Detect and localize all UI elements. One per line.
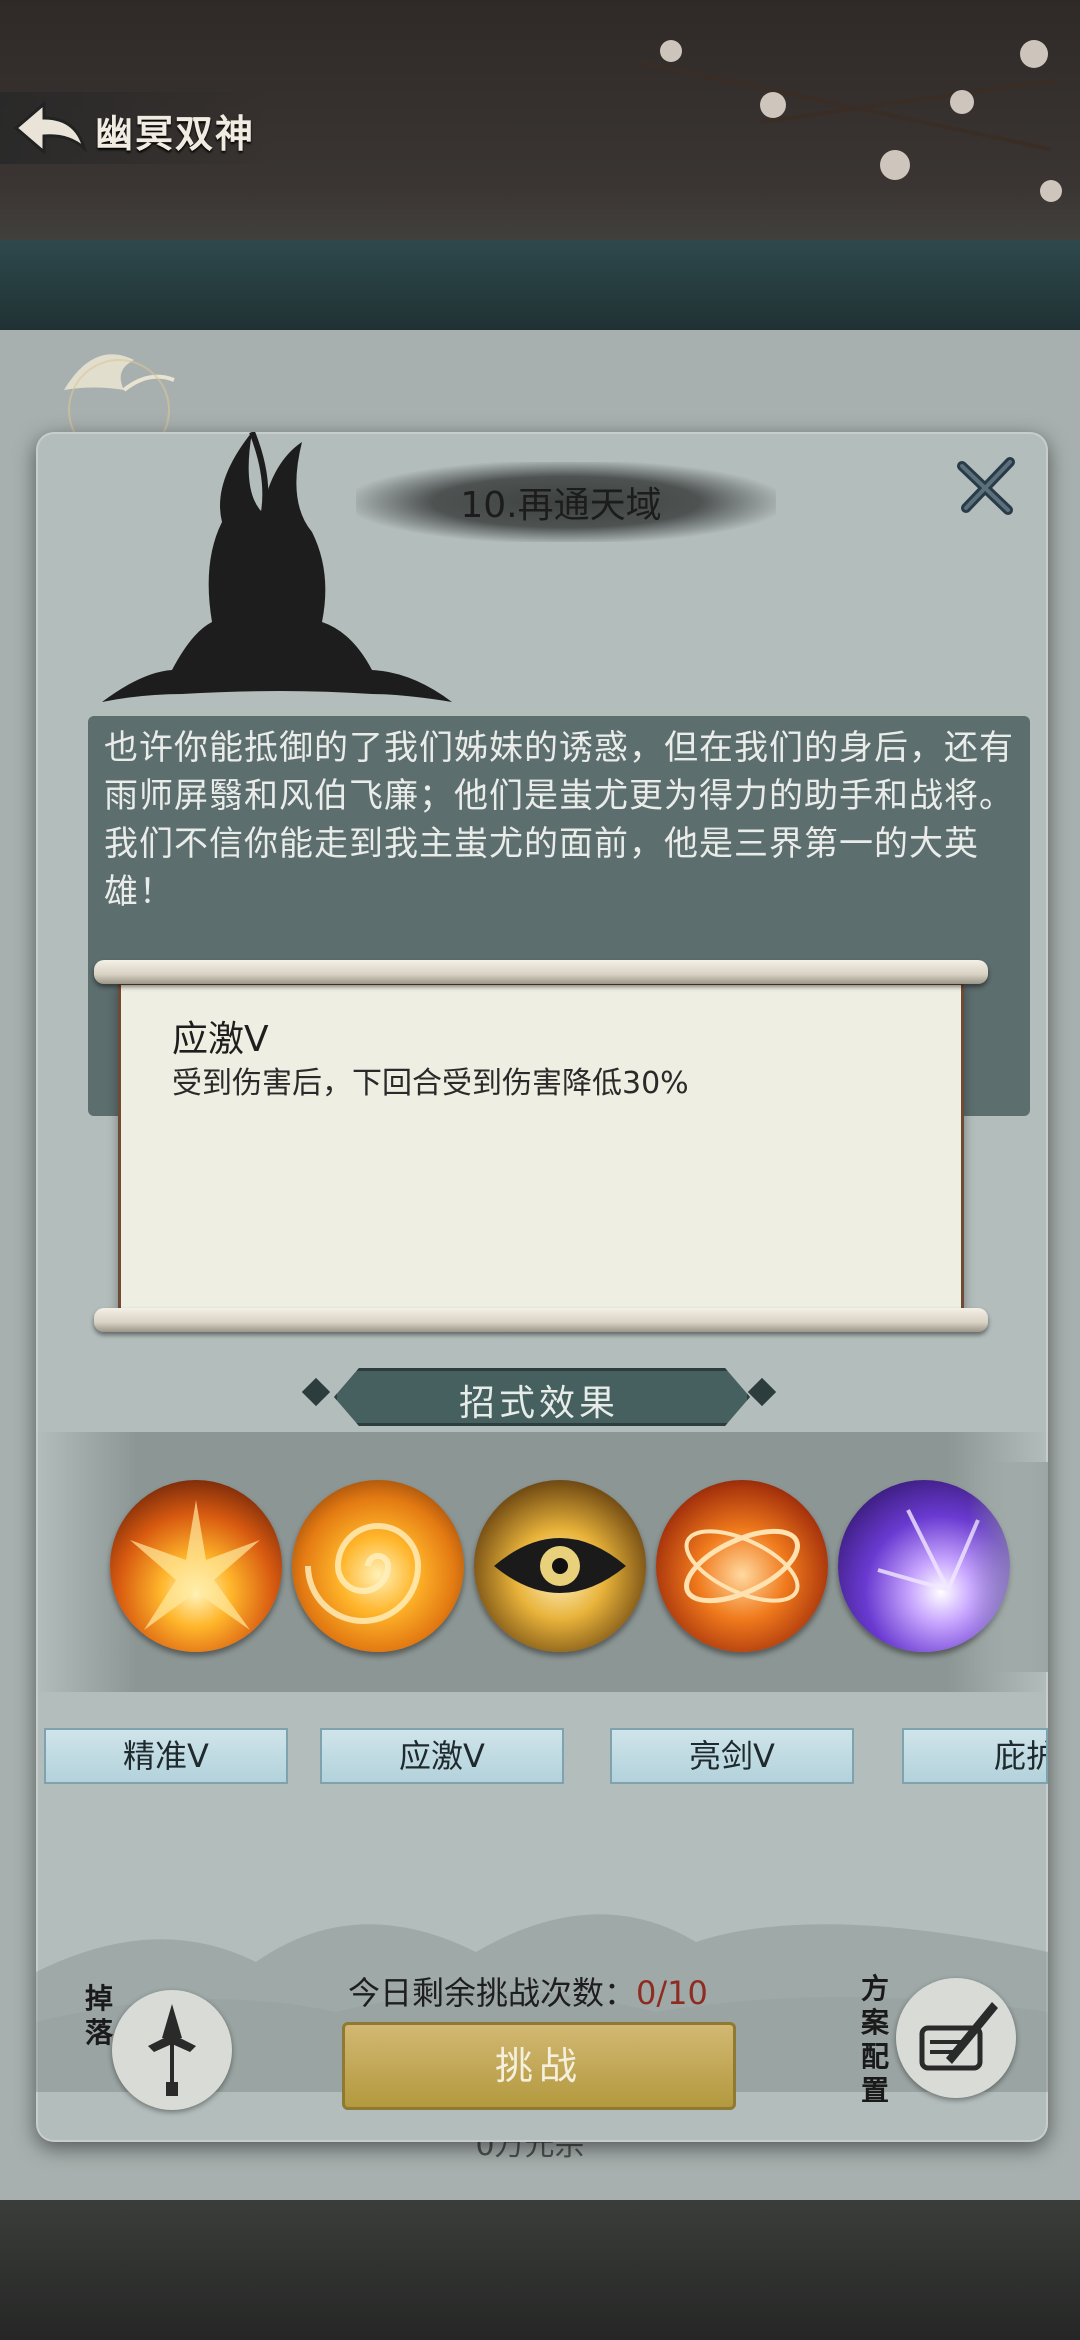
skill-detail-name: 应激V [172,1019,269,1060]
background-bottom [0,2200,1080,2340]
back-button[interactable] [12,98,90,158]
plum-blossom [1020,40,1048,68]
close-icon [957,457,1015,515]
page-title: 幽冥双神 [95,112,256,156]
sword-aura-icon[interactable] [656,1480,828,1652]
scroll-rod-bottom [94,1308,988,1332]
plum-blossom [1040,180,1062,202]
challenge-button[interactable]: 挑战 [342,2022,736,2110]
scroll-rod-top [94,960,988,984]
vortex-icon[interactable] [292,1480,464,1652]
stage-dialog: 10.再通天域 也许你能抵御的了我们姊妹的诱惑，但在我们的身后，还有雨师屏翳和风… [36,432,1048,2142]
section-header: 招式效果 [301,1360,777,1426]
plum-blossom [660,40,682,62]
boss-silhouette [102,432,452,702]
crane-emblem [64,354,175,440]
eye-icon[interactable] [474,1480,646,1652]
close-button[interactable] [952,452,1022,522]
drop-button[interactable] [112,1990,232,2110]
plum-blossom [880,150,910,180]
plum-blossom [950,90,974,114]
quill-scroll-icon [919,2002,998,2071]
remaining-attempts: 今日剩余挑战次数：0/10 [348,1968,708,2014]
skill-detail-description: 受到伤害后，下回合受到伤害降低30% [172,1066,689,1101]
skill-tab-3[interactable]: 庇护 [902,1728,1048,1784]
sword-icon [148,2004,196,2096]
skill-tab-0[interactable]: 精准V [44,1728,288,1784]
remaining-count: 0/10 [636,1974,708,2012]
challenge-button-label: 挑战 [494,2044,583,2088]
skill-tab-1[interactable]: 应激V [320,1728,564,1784]
burst-icon[interactable] [110,1480,282,1652]
stage-description: 也许你能抵御的了我们姊妹的诱惑，但在我们的身后，还有雨师屏翳和风伯飞廉；他们是蚩… [104,728,1014,912]
back-arrow-icon [13,100,87,156]
plan-config-button[interactable] [896,1978,1016,2098]
section-title: 招式效果 [458,1383,619,1424]
plan-config-label: 方案配置 [860,1972,889,2107]
remaining-label: 今日剩余挑战次数： [348,1974,637,2012]
plum-blossom [760,92,786,118]
skill-tab-2[interactable]: 亮剑V [610,1728,854,1784]
icon-strip-fade [968,1462,1048,1672]
